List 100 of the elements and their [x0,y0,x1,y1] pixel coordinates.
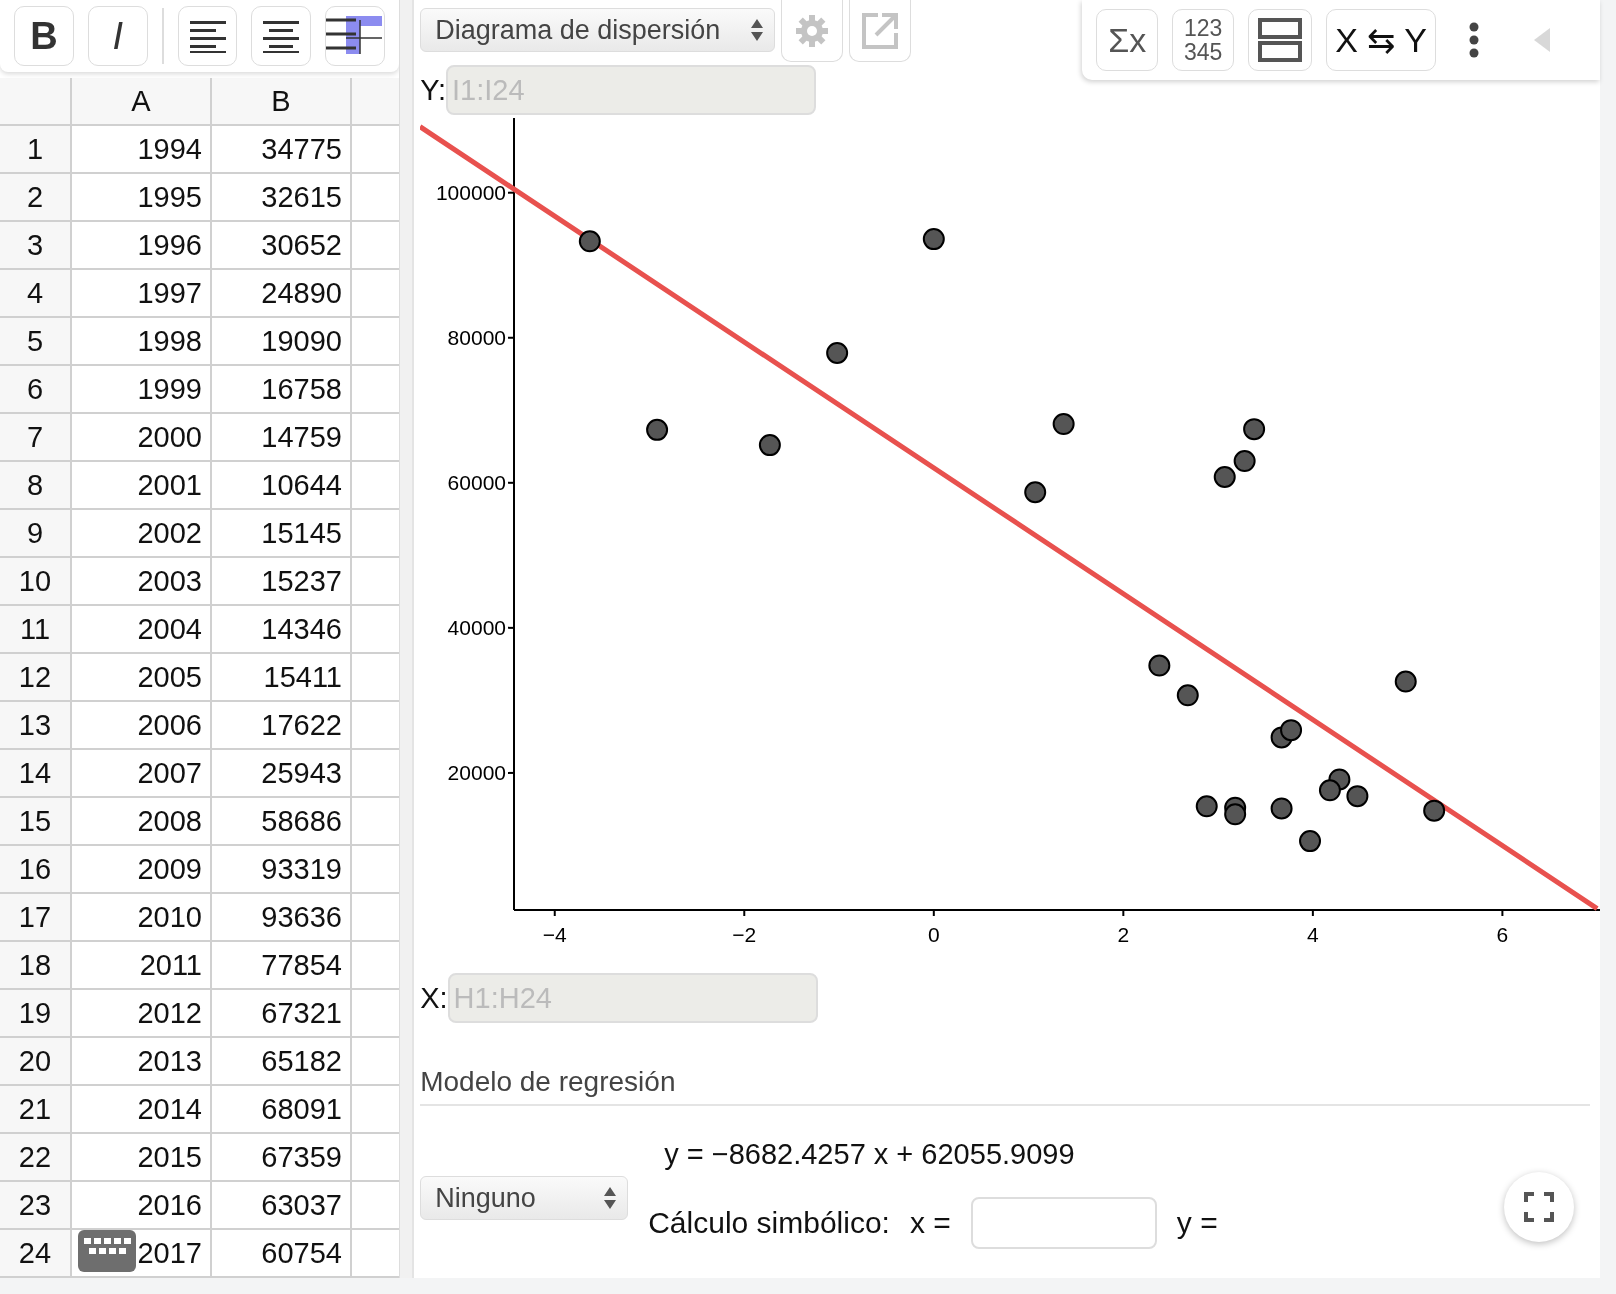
table-cell[interactable]: 25943 [212,750,352,798]
table-cell[interactable]: 2012 [72,990,212,1038]
table-cell[interactable]: 2014 [72,1086,212,1134]
table-cell[interactable]: 17622 [212,702,352,750]
table-cell[interactable]: 2000 [72,414,212,462]
row-header[interactable]: 20 [0,1038,72,1086]
row-header[interactable]: 13 [0,702,72,750]
symbolic-label: Cálculo simbólico: [648,1206,890,1240]
table-cell[interactable]: 2002 [72,510,212,558]
table-cell[interactable]: 2013 [72,1038,212,1086]
table-cell[interactable]: 19090 [212,318,352,366]
column-header[interactable]: B [212,78,352,126]
row-header[interactable]: 3 [0,222,72,270]
y-label: y = [1176,1206,1218,1240]
row-header[interactable]: 17 [0,894,72,942]
table-cell[interactable]: 2003 [72,558,212,606]
table-cell[interactable]: 67321 [212,990,352,1038]
table-cell[interactable]: 30652 [212,222,352,270]
row-header[interactable]: 9 [0,510,72,558]
table-cell[interactable]: 2007 [72,750,212,798]
table-cell[interactable]: 2011 [72,942,212,990]
row-header[interactable]: 15 [0,798,72,846]
table-cell[interactable]: 2005 [72,654,212,702]
more-icon[interactable] [1467,22,1480,58]
table-cell[interactable]: 1996 [72,222,212,270]
bold-button[interactable]: B [14,6,74,66]
table-cell[interactable]: 1999 [72,366,212,414]
row-header[interactable]: 23 [0,1182,72,1230]
table-cell[interactable]: 34775 [212,126,352,174]
table-cell[interactable]: 68091 [212,1086,352,1134]
x-tick-label: 4 [1307,923,1319,946]
row-header[interactable]: 18 [0,942,72,990]
keyboard-icon[interactable] [78,1230,136,1272]
row-header[interactable]: 6 [0,366,72,414]
table-cell[interactable]: 2009 [72,846,212,894]
italic-button[interactable]: I [87,6,148,66]
table-cell[interactable]: 2010 [72,894,212,942]
table-cell[interactable]: 60754 [212,1230,352,1278]
toolbar-button[interactable]: 123 345 [1172,9,1235,71]
layout-icon [1257,17,1304,63]
table-cell[interactable]: 2008 [72,798,212,846]
table-cell[interactable]: 15411 [212,654,352,702]
scrollbar[interactable] [399,0,413,1278]
table-cell[interactable]: 2004 [72,606,212,654]
row-header[interactable]: 7 [0,414,72,462]
fullscreen-icon [1524,1192,1555,1222]
table-cell[interactable]: 2001 [72,462,212,510]
toolbar-button[interactable]: Σx [1096,9,1159,71]
align-center-button[interactable] [251,6,312,66]
layout-button[interactable] [1248,9,1313,71]
toolbar-button[interactable]: X ⇆ Y [1326,9,1436,71]
table-cell[interactable]: 10644 [212,462,352,510]
row-header[interactable]: 10 [0,558,72,606]
row-header[interactable]: 19 [0,990,72,1038]
x-input-field[interactable] [970,1197,1157,1249]
table-cell[interactable]: 15237 [212,558,352,606]
y-tick-label: 60000 [447,470,507,494]
table-cell[interactable]: 1998 [72,318,212,366]
column-header[interactable]: A [72,78,212,126]
table-cell[interactable]: 93636 [212,894,352,942]
row-header[interactable]: 11 [0,606,72,654]
row-header[interactable]: 1 [0,126,72,174]
table-cell[interactable]: 65182 [212,1038,352,1086]
y-tick-label: 20000 [447,760,507,784]
row-header[interactable]: 5 [0,318,72,366]
table-cell[interactable]: 1997 [72,270,212,318]
table-cell[interactable]: 16758 [212,366,352,414]
table-cell[interactable]: 63037 [212,1182,352,1230]
row-header[interactable]: 21 [0,1086,72,1134]
x-tick-label: −4 [542,923,567,946]
row-header[interactable]: 4 [0,270,72,318]
align-left-button[interactable] [177,6,238,66]
table-cell[interactable]: 77854 [212,942,352,990]
row-header[interactable]: 2 [0,174,72,222]
regression-model-select[interactable]: Ninguno [420,1176,629,1220]
table-cell[interactable]: 24890 [212,270,352,318]
fullscreen-button[interactable] [1504,1172,1575,1242]
row-header[interactable]: 8 [0,462,72,510]
row-header[interactable]: 14 [0,750,72,798]
row-header[interactable]: 16 [0,846,72,894]
row-header[interactable]: 12 [0,654,72,702]
table-cell[interactable]: 1994 [72,126,212,174]
table-cell[interactable]: 93319 [212,846,352,894]
x-tick-label: −2 [732,923,757,946]
table-cell[interactable]: 1995 [72,174,212,222]
table-cell[interactable]: 2015 [72,1134,212,1182]
chart-type-select[interactable]: Diagrama de dispersión [420,8,776,52]
x-tick-label: 6 [1496,923,1509,946]
table-cell[interactable]: 58686 [212,798,352,846]
align-left-icon [189,19,226,53]
table-cell[interactable]: 32615 [212,174,352,222]
row-header[interactable]: 24 [0,1230,72,1278]
row-header[interactable]: 22 [0,1134,72,1182]
table-cell[interactable]: 67359 [212,1134,352,1182]
table-cell[interactable]: 15145 [212,510,352,558]
x-tick-label: 0 [928,923,940,946]
table-cell[interactable]: 2006 [72,702,212,750]
table-cell[interactable]: 14759 [212,414,352,462]
table-style-button[interactable] [325,6,386,66]
table-cell[interactable]: 14346 [212,606,352,654]
